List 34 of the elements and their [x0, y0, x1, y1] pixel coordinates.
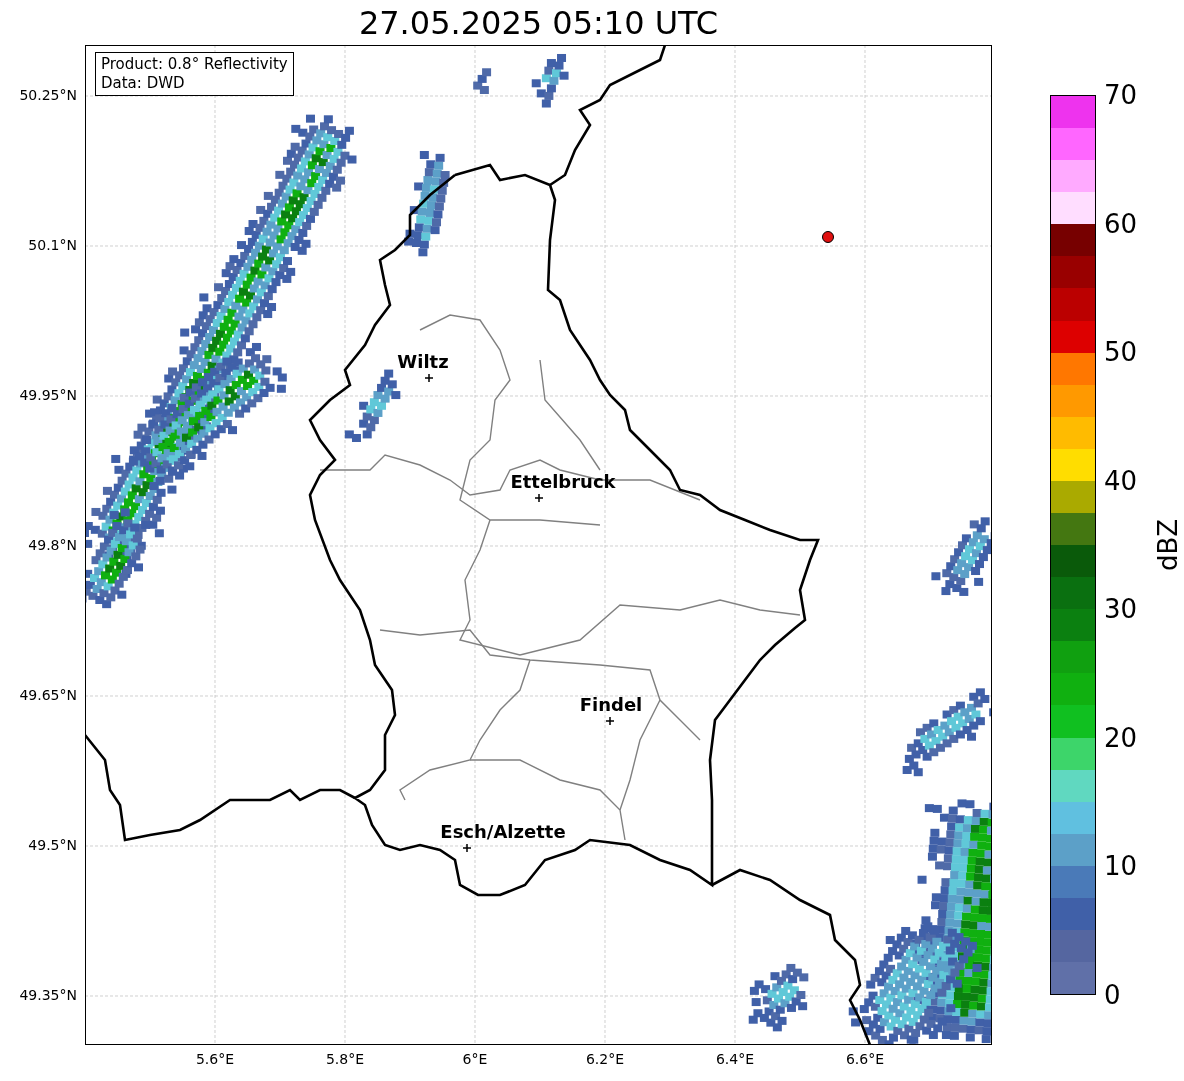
info-text: Product: 0.8° Reflectivity	[101, 55, 288, 74]
colorbar-label: dBZ	[1153, 518, 1184, 572]
city-label: Esch/Alzette	[440, 821, 566, 842]
colorbar-tick-label: 0	[1104, 980, 1121, 1010]
latitude-tick-label: 50.25°N	[19, 87, 77, 103]
colorbar-tick-label: 70	[1104, 80, 1138, 110]
colorbar-tick-label: 60	[1104, 208, 1138, 239]
colorbar-tick-label: 50	[1104, 337, 1138, 368]
latitude-tick-label: 49.5°N	[28, 837, 77, 853]
colorbar-tick-label: 10	[1104, 851, 1138, 882]
city-marker-icon	[424, 373, 434, 383]
colorbar-tick-label: 40	[1104, 465, 1138, 496]
longitude-tick-label: 5.8°E	[325, 1051, 365, 1067]
longitude-tick-label: 6°E	[462, 1051, 488, 1067]
city-label: Findel	[579, 694, 643, 715]
location-dot-icon	[822, 231, 834, 243]
colorbar-tick-label: 20	[1104, 722, 1138, 753]
city-marker-icon	[462, 843, 472, 853]
chart-title: 27.05.2025 05:10 UTC	[357, 3, 720, 44]
longitude-tick-label: 6.4°E	[715, 1051, 755, 1067]
latitude-tick-label: 49.35°N	[19, 987, 77, 1003]
info-text: Data: DWD	[101, 74, 186, 93]
city-marker-icon	[534, 493, 544, 503]
city-marker-icon	[605, 716, 615, 726]
latitude-tick-label: 49.8°N	[28, 537, 77, 553]
latitude-tick-label: 49.65°N	[19, 687, 77, 703]
longitude-tick-label: 5.6°E	[195, 1051, 235, 1067]
longitude-tick-label: 6.2°E	[585, 1051, 625, 1067]
latitude-tick-label: 50.1°N	[28, 237, 77, 253]
longitude-tick-label: 6.6°E	[845, 1051, 885, 1067]
city-label: Wiltz	[397, 351, 449, 372]
city-label: Ettelbruck	[510, 471, 616, 492]
colorbar-tick-label: 30	[1104, 594, 1138, 625]
latitude-tick-label: 49.95°N	[19, 387, 77, 403]
